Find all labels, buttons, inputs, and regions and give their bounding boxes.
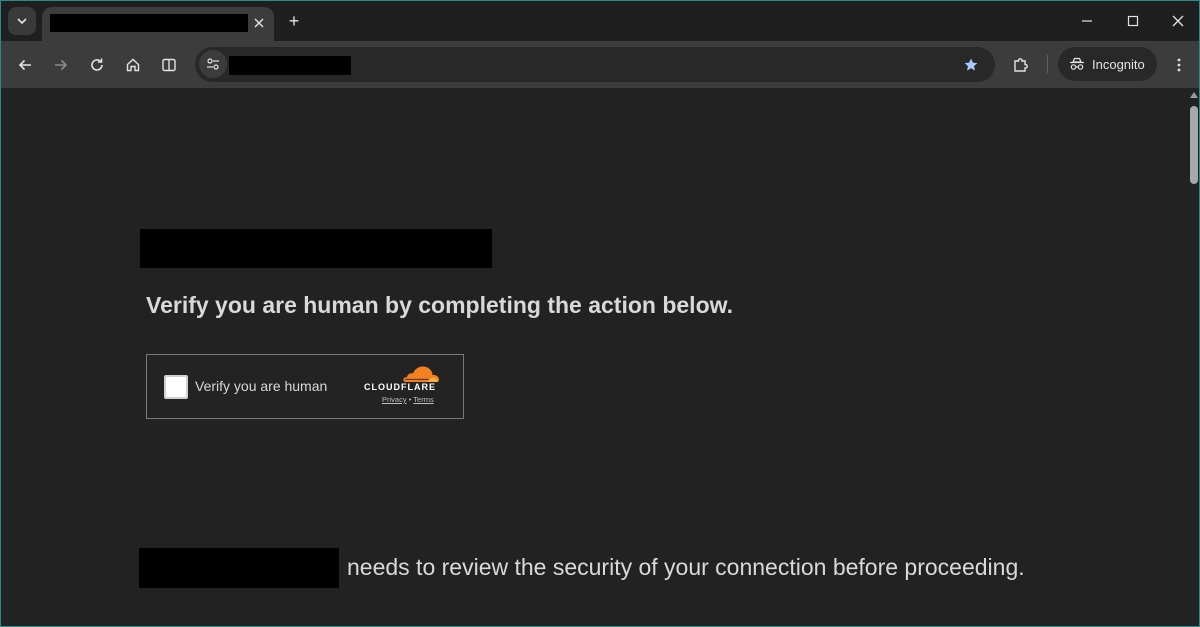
scroll-thumb[interactable] [1190, 106, 1198, 184]
tune-icon [207, 58, 219, 70]
incognito-indicator[interactable]: Incognito [1058, 47, 1157, 81]
vertical-scrollbar[interactable] [1187, 88, 1199, 626]
new-tab-button[interactable]: + [282, 9, 306, 33]
captcha-widget: Verify you are human CLOUDFLARE Privacy … [146, 354, 464, 419]
close-icon [254, 18, 264, 28]
tab-strip: + [1, 1, 1199, 41]
cloudflare-logo-icon [403, 366, 439, 382]
maximize-icon [1127, 15, 1139, 27]
close-window-button[interactable] [1156, 6, 1199, 36]
link-separator: • [408, 395, 412, 404]
puzzle-icon [1014, 58, 1028, 72]
verify-checkbox[interactable] [164, 375, 188, 399]
url-text[interactable] [229, 56, 351, 75]
extensions-button[interactable] [1006, 50, 1036, 80]
back-button[interactable] [10, 50, 40, 80]
close-tab-button[interactable] [249, 13, 269, 33]
split-view-button[interactable] [154, 50, 184, 80]
home-button[interactable] [118, 50, 148, 80]
minimize-button[interactable] [1065, 6, 1109, 36]
privacy-link[interactable]: Privacy [382, 395, 407, 404]
close-icon [1172, 15, 1184, 27]
browser-window: + Incognito Verify you are human by comp… [0, 0, 1200, 627]
site-info-button[interactable] [199, 50, 227, 78]
active-tab[interactable] [42, 7, 274, 41]
tab-title [50, 14, 248, 32]
maximize-button[interactable] [1111, 6, 1155, 36]
page-heading: Verify you are human by completing the a… [146, 292, 734, 318]
toolbar-divider [1047, 55, 1048, 73]
forward-button[interactable] [46, 50, 76, 80]
kebab-menu-icon [1177, 58, 1181, 72]
footer-site-name [139, 548, 339, 588]
minimize-icon [1082, 20, 1092, 22]
incognito-label: Incognito [1092, 56, 1145, 72]
page-content: Verify you are human by completing the a… [1, 88, 1187, 626]
browser-menu-button[interactable] [1164, 50, 1194, 80]
reload-icon [91, 58, 103, 71]
address-bar[interactable] [195, 47, 995, 82]
tab-search-button[interactable] [8, 7, 36, 35]
incognito-icon [1070, 57, 1084, 70]
arrow-left-icon [18, 59, 31, 71]
terms-link[interactable]: Terms [413, 395, 433, 404]
chevron-down-icon [17, 18, 27, 25]
browser-toolbar: Incognito [1, 41, 1199, 88]
split-view-icon [162, 58, 176, 72]
footer-message: needs to review the security of your con… [347, 554, 1025, 580]
bookmark-button[interactable] [959, 53, 983, 77]
site-name [140, 229, 492, 268]
cloudflare-wordmark: CLOUDFLARE [364, 382, 436, 392]
home-icon [126, 58, 140, 72]
reload-button[interactable] [82, 50, 112, 80]
cloudflare-links: Privacy • Terms [382, 395, 434, 404]
verify-label: Verify you are human [195, 378, 328, 394]
scroll-up-arrow-icon[interactable] [1190, 92, 1198, 98]
star-icon [964, 58, 978, 71]
arrow-right-icon [55, 59, 68, 71]
